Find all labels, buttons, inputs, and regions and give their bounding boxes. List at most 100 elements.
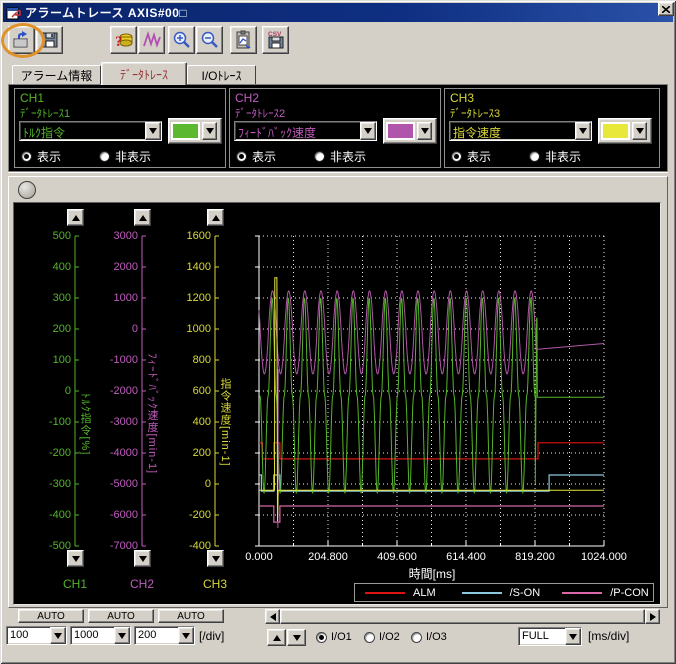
ch2-scale-down-button[interactable] (134, 550, 151, 567)
ch2-signal-dropdown-button[interactable] (360, 122, 376, 140)
ch3-color-dropdown-button[interactable] (632, 122, 647, 140)
question-drum-icon: ? (114, 30, 134, 50)
tab-data-trace[interactable]: ﾃﾞｰﾀﾄﾚｰｽ (101, 62, 187, 85)
ch2-axis-name: CH2 (120, 577, 164, 591)
scroll-right-button[interactable] (645, 609, 660, 624)
io2-radio[interactable]: I/O2 (364, 631, 400, 643)
tab-data-trace-label: ﾃﾞｰﾀﾄﾚｰｽ (120, 66, 168, 83)
ch1-scale-down-button[interactable] (67, 550, 84, 567)
ch2-hide-radio[interactable]: 非表示 (314, 148, 366, 165)
ch2-auto-scale-button[interactable]: AUTO (88, 609, 154, 623)
y-tick-label: -200 (19, 447, 71, 459)
ch1-show-radio[interactable]: 表示 (21, 148, 61, 165)
io-down-button[interactable] (287, 629, 306, 646)
ch1-color-picker[interactable] (168, 118, 222, 144)
x-axis-title: 時間[ms] (382, 565, 482, 582)
ch1-div-select[interactable]: 100 (6, 626, 67, 645)
y-tick-label: 0 (19, 385, 71, 397)
chevron-down-icon (364, 128, 372, 134)
ch3-div-select[interactable]: 200 (134, 626, 195, 645)
io3-radio[interactable]: I/O3 (411, 631, 447, 643)
ch3-hide-radio[interactable]: 非表示 (529, 148, 581, 165)
ch3-hide-label: 非表示 (545, 148, 581, 165)
ch3-color-picker[interactable] (598, 118, 652, 144)
save-button[interactable] (36, 26, 63, 54)
ch2-show-label: 表示 (252, 148, 276, 165)
tab-io-trace-label: I/Oﾄﾚｰｽ (201, 67, 241, 84)
tab-io-trace[interactable]: I/Oﾄﾚｰｽ (187, 65, 256, 84)
radio-off-icon (411, 632, 422, 643)
ch2-signal-select[interactable]: ﾌｨｰﾄﾞﾊﾞｯｸ速度 (234, 121, 377, 141)
arrow-down-icon (212, 556, 220, 562)
ch1-trace-label: ﾃﾞｰﾀﾄﾚｰｽ1 (20, 105, 70, 121)
ch3-axis-title: 指令速度[min-1] (217, 378, 233, 467)
ch2-color-picker[interactable] (383, 118, 437, 144)
radio-off-icon (529, 151, 540, 162)
ch3-div-dropdown-button[interactable] (178, 627, 194, 644)
time-range-select[interactable]: FULL (518, 627, 582, 646)
ch1-div-value: 100 (7, 627, 50, 644)
close-button[interactable] (658, 2, 674, 16)
ch1-signal-select[interactable]: ﾄﾙｸ指令 (19, 121, 162, 141)
arrow-up-icon (273, 635, 281, 641)
ch2-div-select[interactable]: 1000 (70, 626, 131, 645)
alarm-help-button[interactable]: ? (110, 26, 137, 54)
chevron-down-icon (206, 128, 214, 134)
ch3-signal-dropdown-button[interactable] (575, 122, 591, 140)
window-title: アラームトレース AXIS#00□ (25, 4, 187, 21)
time-range-dropdown-button[interactable] (565, 628, 581, 645)
arrow-down-icon (139, 556, 147, 562)
y-tick-label: 0 (86, 323, 138, 335)
chart-frame: ﾄﾙｸ指令[%] ﾌｨｰﾄﾞﾊﾞｯｸ速度[min-1] 指令速度[min-1] … (8, 176, 668, 608)
ch2-scale-up-button[interactable] (134, 209, 151, 226)
ch1-hide-radio[interactable]: 非表示 (99, 148, 151, 165)
ch2-div-dropdown-button[interactable] (114, 627, 130, 644)
y-tick-label: -6000 (86, 509, 138, 521)
scrollbar-thumb[interactable] (280, 609, 645, 624)
read-trace-file-button[interactable] (8, 26, 35, 54)
ch2-color-swatch (386, 122, 415, 140)
save-csv-button[interactable]: CSV (262, 26, 289, 54)
ch3-signal-select[interactable]: 指令速度 (449, 121, 592, 141)
ch1-color-dropdown-button[interactable] (202, 122, 217, 140)
ch3-scale-down-button[interactable] (207, 550, 224, 567)
y-tick-label: 400 (19, 261, 71, 273)
ch3-show-radio[interactable]: 表示 (451, 148, 491, 165)
ch1-panel: CH1 ﾃﾞｰﾀﾄﾚｰｽ1 ﾄﾙｸ指令 表示 非表示 (14, 88, 226, 168)
ch3-scale-up-button[interactable] (207, 209, 224, 226)
zoom-out-button[interactable] (196, 26, 223, 54)
titlebar: アラームトレース AXIS#00□ (3, 3, 673, 22)
ch3-auto-scale-button[interactable]: AUTO (158, 609, 224, 623)
ch1-auto-scale-button[interactable]: AUTO (18, 609, 84, 623)
p-con-legend-line (562, 592, 602, 594)
tab-alarm-info[interactable]: アラーム情報 (12, 65, 101, 84)
ch2-color-dropdown-button[interactable] (417, 122, 432, 140)
close-icon (662, 6, 670, 13)
zoom-in-button[interactable] (168, 26, 195, 54)
ch1-signal-dropdown-button[interactable] (145, 122, 161, 140)
ch2-show-radio[interactable]: 表示 (236, 148, 276, 165)
ch1-scale-up-button[interactable] (67, 209, 84, 226)
y-tick-label: -300 (19, 478, 71, 490)
time-scrollbar[interactable] (265, 609, 660, 624)
s-on-legend-label: /S-ON (510, 587, 541, 599)
ch1-div-dropdown-button[interactable] (50, 627, 66, 644)
copy-graph-button[interactable] (230, 26, 257, 54)
y-tick-label: 400 (159, 416, 211, 428)
radio-off-icon (99, 151, 110, 162)
ch3-show-label: 表示 (467, 148, 491, 165)
io1-radio[interactable]: I/O1 (316, 631, 352, 643)
chart-top-strip (10, 178, 666, 202)
radio-on-icon (316, 632, 327, 643)
app-icon (6, 6, 21, 20)
io-up-button[interactable] (267, 629, 286, 646)
y-tick-label: -5000 (86, 478, 138, 490)
ch1-axis-name: CH1 (53, 577, 97, 591)
y-tick-label: 200 (19, 323, 71, 335)
arrow-down-icon (293, 635, 301, 641)
scroll-left-button[interactable] (265, 609, 280, 624)
radio-on-icon (21, 151, 32, 162)
waveform-button[interactable] (138, 26, 165, 54)
chevron-down-icon (182, 633, 190, 639)
status-indicator (18, 181, 36, 199)
